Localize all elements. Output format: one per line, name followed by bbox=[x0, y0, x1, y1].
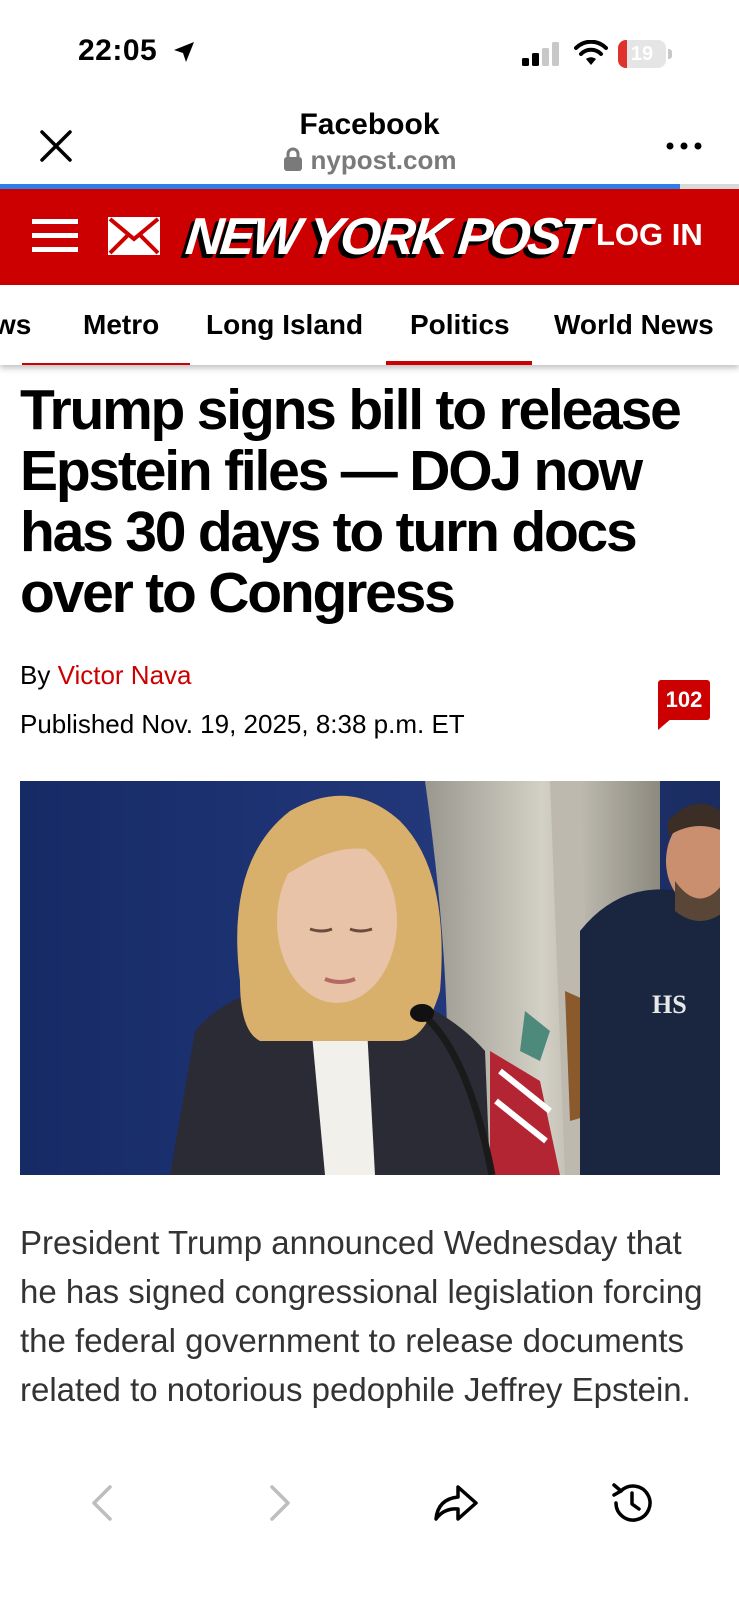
battery-level: 19 bbox=[630, 43, 654, 65]
forward-icon[interactable] bbox=[254, 1479, 302, 1527]
nav-scroll-indicator bbox=[22, 363, 190, 365]
signal-icon bbox=[522, 42, 559, 66]
nav-item-news[interactable]: ws bbox=[0, 309, 31, 341]
image-jacket-text: HS bbox=[652, 990, 687, 1019]
nav-item-politics[interactable]: Politics bbox=[410, 309, 510, 341]
login-button[interactable]: LOG IN bbox=[596, 217, 703, 253]
browser-url-text: nypost.com bbox=[310, 145, 457, 175]
article-body-paragraph: President Trump announced Wednesday that… bbox=[20, 1224, 703, 1408]
nav-item-metro[interactable]: Metro bbox=[83, 309, 159, 341]
status-bar: 22:05 19 bbox=[0, 0, 739, 100]
comment-bubble-tail bbox=[658, 718, 672, 730]
menu-icon[interactable] bbox=[32, 217, 80, 255]
browser-title: Facebook bbox=[299, 108, 440, 141]
nav-item-world-news[interactable]: World News bbox=[554, 309, 714, 341]
article-headline: Trump signs bill to release Epstein file… bbox=[20, 378, 682, 625]
byline: By Victor Nava bbox=[20, 660, 192, 691]
published-date: Published Nov. 19, 2025, 8:38 p.m. ET bbox=[20, 709, 465, 739]
site-logo[interactable]: NEW YORK POST bbox=[183, 205, 592, 269]
browser-toolbar bbox=[0, 1455, 739, 1600]
history-icon[interactable] bbox=[608, 1479, 656, 1527]
comment-count: 102 bbox=[658, 680, 710, 720]
article-hero-image[interactable]: HS bbox=[20, 781, 720, 1175]
share-icon[interactable] bbox=[432, 1479, 480, 1527]
nav-item-long-island[interactable]: Long Island bbox=[206, 309, 363, 341]
comment-count-button[interactable]: 102 bbox=[658, 680, 710, 730]
in-app-browser-bar: Facebook nypost.com bbox=[0, 100, 739, 188]
more-icon[interactable] bbox=[664, 128, 704, 164]
byline-prefix: By bbox=[20, 660, 51, 690]
section-nav: ws Metro Long Island Politics World News bbox=[0, 285, 739, 365]
battery-icon: 19 bbox=[618, 40, 672, 68]
back-icon[interactable] bbox=[80, 1479, 128, 1527]
mail-icon[interactable] bbox=[106, 215, 162, 257]
site-header: NEW YORK POST LOG IN bbox=[0, 189, 739, 285]
wifi-icon bbox=[574, 40, 608, 65]
location-arrow-icon bbox=[174, 42, 194, 62]
author-link[interactable]: Victor Nava bbox=[58, 660, 192, 690]
status-time: 22:05 bbox=[78, 34, 158, 67]
lock-icon bbox=[283, 147, 302, 171]
nav-active-underline bbox=[386, 361, 532, 365]
browser-url[interactable]: nypost.com bbox=[0, 145, 739, 176]
